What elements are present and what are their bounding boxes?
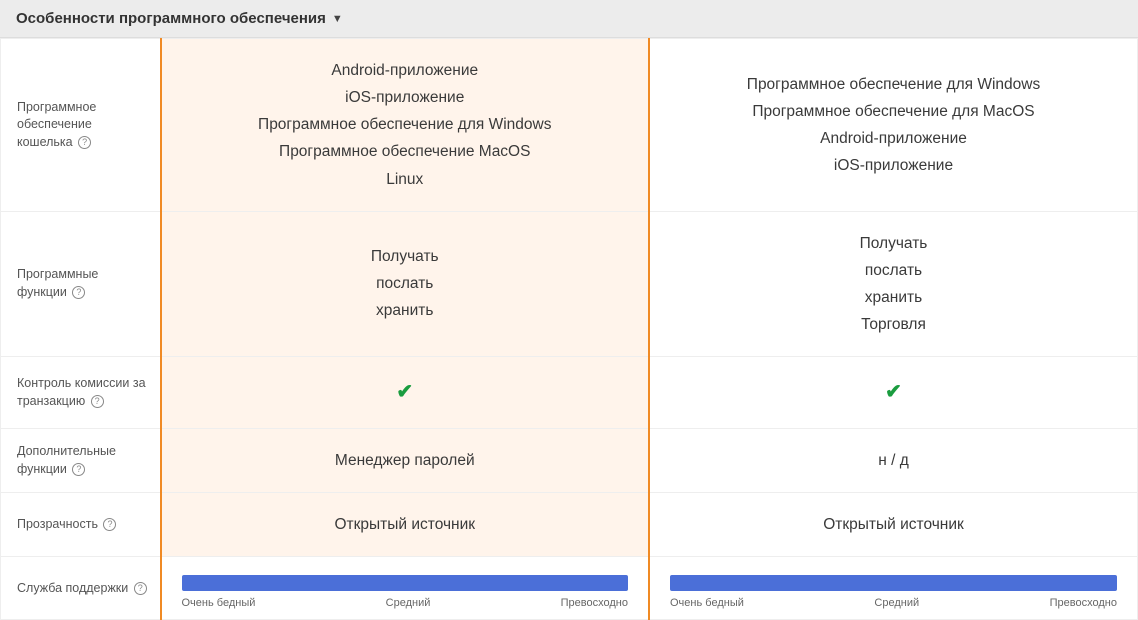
cell-transparency-left: Открытый источник — [161, 493, 650, 557]
row-label-wallet-software: Программное обеспечение кошелька ? — [1, 39, 161, 212]
comparison-table: Программное обеспечение кошелька ? Andro… — [0, 38, 1138, 620]
table-row: Программное обеспечение кошелька ? Andro… — [1, 39, 1138, 212]
cell-support-left: Очень бедный Средний Превосходно — [161, 557, 650, 620]
support-bar — [670, 575, 1117, 591]
cell-transparency-right: Открытый источник — [649, 493, 1138, 557]
cell-extra-functions-left: Менеджер паролей — [161, 429, 650, 493]
cell-fee-control-right: ✔ — [649, 357, 1138, 429]
cell-fee-control-left: ✔ — [161, 357, 650, 429]
section-header[interactable]: Особенности программного обеспечения ▼ — [0, 0, 1138, 38]
table-row: Контроль комиссии за транзакцию ? ✔ ✔ — [1, 357, 1138, 429]
row-label-fee-control: Контроль комиссии за транзакцию ? — [1, 357, 161, 429]
row-label-software-functions: Программные функции ? — [1, 211, 161, 357]
support-scale: Очень бедный Средний Превосходно — [182, 597, 629, 609]
help-icon[interactable]: ? — [72, 463, 85, 476]
support-scale: Очень бедный Средний Превосходно — [670, 597, 1117, 609]
help-icon[interactable]: ? — [91, 395, 104, 408]
help-icon[interactable]: ? — [103, 518, 116, 531]
cell-wallet-software-left: Android-приложение iOS-приложение Програ… — [161, 39, 650, 212]
cell-support-right: Очень бедный Средний Превосходно — [649, 557, 1138, 620]
table-row: Дополнительные функции ? Менеджер пароле… — [1, 429, 1138, 493]
table-row: Программные функции ? Получать послать х… — [1, 211, 1138, 357]
cell-extra-functions-right: н / д — [649, 429, 1138, 493]
cell-software-functions-left: Получать послать хранить — [161, 211, 650, 357]
help-icon[interactable]: ? — [72, 286, 85, 299]
check-icon: ✔ — [885, 381, 902, 403]
row-label-extra-functions: Дополнительные функции ? — [1, 429, 161, 493]
cell-software-functions-right: Получать послать хранить Торговля — [649, 211, 1138, 357]
check-icon: ✔ — [396, 381, 413, 403]
help-icon[interactable]: ? — [134, 582, 147, 595]
chevron-down-icon: ▼ — [332, 13, 343, 25]
section-title: Особенности программного обеспечения — [16, 10, 326, 27]
help-icon[interactable]: ? — [78, 136, 91, 149]
row-label-transparency: Прозрачность ? — [1, 493, 161, 557]
cell-wallet-software-right: Программное обеспечение для Windows Прог… — [649, 39, 1138, 212]
row-label-support: Служба поддержки ? — [1, 557, 161, 620]
table-row: Служба поддержки ? Очень бедный Средний … — [1, 557, 1138, 620]
table-row: Прозрачность ? Открытый источник Открыты… — [1, 493, 1138, 557]
support-bar — [182, 575, 629, 591]
